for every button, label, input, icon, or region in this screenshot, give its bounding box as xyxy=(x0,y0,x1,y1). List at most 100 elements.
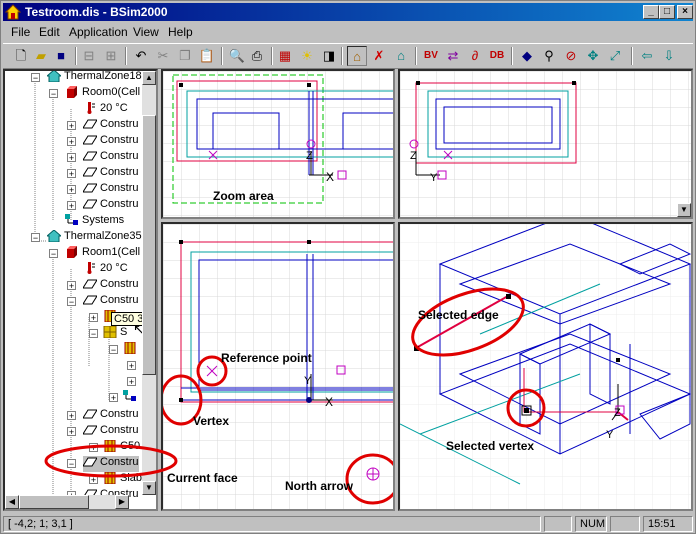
tree-item-construction[interactable]: Constru xyxy=(83,134,139,150)
tree-item-material[interactable] xyxy=(123,342,140,358)
minimize-button[interactable]: _ xyxy=(643,5,659,19)
z-axis-label: Z xyxy=(614,407,621,419)
expand-toggle[interactable]: + xyxy=(67,427,76,437)
tree-item-construction[interactable]: Constru xyxy=(83,424,139,440)
tree-item-construction[interactable]: Constru xyxy=(83,294,139,310)
collapse-toggle[interactable]: − xyxy=(49,249,58,259)
tree-item-room0[interactable]: Room0(Cell xyxy=(65,86,140,102)
tree-item-systems[interactable] xyxy=(123,390,140,406)
collapse-toggle[interactable]: − xyxy=(49,89,58,99)
cut-icon[interactable]: ✂ xyxy=(153,46,173,66)
tree-item-construction[interactable]: Constru xyxy=(83,118,139,134)
tree-item-slab-group[interactable]: S xyxy=(103,326,127,342)
scroll-up-button[interactable]: ▲ xyxy=(142,71,156,85)
arrow-down-icon[interactable]: ⇩ xyxy=(659,46,679,66)
tree-item-systems[interactable]: Systems xyxy=(65,214,124,230)
systems-icon xyxy=(123,390,136,402)
view-elevation[interactable]: Z Y ▼ xyxy=(398,69,693,219)
tree-item-temperature[interactable]: 20 °C xyxy=(83,262,128,278)
undo-icon[interactable]: ↶ xyxy=(131,46,151,66)
tree-expand-icon[interactable]: ⊞ xyxy=(101,46,121,66)
zoom-cancel-icon[interactable]: ⊘ xyxy=(561,46,581,66)
new-file-icon[interactable]: 🗋 xyxy=(11,46,31,66)
close-button[interactable]: × xyxy=(677,5,693,19)
elevation-view-canvas: Z Y xyxy=(400,71,691,217)
view-3d[interactable]: Z Y Selected edge Selected vertex xyxy=(398,222,693,511)
tree-item-construction[interactable]: Constru xyxy=(83,198,139,214)
expand-toggle[interactable]: + xyxy=(67,169,76,179)
tree-item-construction[interactable]: Constru xyxy=(83,150,139,166)
status-panel-empty xyxy=(544,516,572,532)
scroll-down-button[interactable]: ▼ xyxy=(677,203,691,217)
expand-toggle[interactable]: + xyxy=(127,361,136,371)
collapse-toggle[interactable]: − xyxy=(89,329,98,339)
camera-icon[interactable]: ◨ xyxy=(319,46,339,66)
isometric-view-canvas: Z Y xyxy=(400,224,691,509)
expand-toggle[interactable]: + xyxy=(67,201,76,211)
collapse-toggle[interactable]: − xyxy=(31,233,40,243)
paste-icon[interactable]: 📋 xyxy=(197,46,217,66)
collapse-toggle[interactable]: − xyxy=(109,345,118,355)
collapse-toggle[interactable]: − xyxy=(31,73,40,83)
tree-item-construction[interactable]: Constru xyxy=(83,408,139,424)
pan-icon[interactable]: ✥ xyxy=(583,46,603,66)
expand-toggle[interactable]: + xyxy=(67,411,76,421)
view-plan-top[interactable]: X Z Zoom area xyxy=(161,69,395,219)
expand-toggle[interactable]: + xyxy=(67,137,76,147)
room-cube-icon xyxy=(67,246,77,259)
tree-item-zone35[interactable]: ThermalZone35 xyxy=(47,230,142,246)
toolbar-separator xyxy=(125,47,127,65)
menu-application[interactable]: Application xyxy=(69,25,128,39)
scroll-right-button[interactable]: ▶ xyxy=(115,495,129,509)
scroll-thumb[interactable] xyxy=(142,115,156,375)
save-icon[interactable]: ■ xyxy=(51,46,71,66)
copy-icon[interactable]: ❐ xyxy=(175,46,195,66)
wall-icon xyxy=(83,119,97,129)
tree-item-construction[interactable]: Constru xyxy=(83,166,139,182)
tree-item-zone18[interactable]: ThermalZone18 xyxy=(47,71,142,86)
grid-icon[interactable]: ▦ xyxy=(275,46,295,66)
expand-toggle[interactable]: + xyxy=(89,313,98,323)
maximize-button[interactable]: □ xyxy=(659,5,675,19)
tree-vertical-scrollbar[interactable]: ▲ ▼ xyxy=(142,71,156,495)
toolbar-separator xyxy=(271,47,273,65)
expand-toggle[interactable]: + xyxy=(67,121,76,131)
sun-icon[interactable]: ☀ xyxy=(297,46,317,66)
print-preview-icon[interactable]: 🔍 xyxy=(227,46,247,66)
fit-view-icon[interactable]: ⤢ xyxy=(605,46,625,66)
scroll-thumb[interactable] xyxy=(19,495,89,509)
menu-help[interactable]: Help xyxy=(168,25,193,39)
zone-icon[interactable]: ⌂ xyxy=(391,46,411,66)
arrow-left-icon[interactable]: ⇦ xyxy=(637,46,657,66)
print-icon[interactable]: ⎙ xyxy=(247,46,267,66)
cube-icon[interactable]: ◆ xyxy=(517,46,537,66)
scroll-left-button[interactable]: ◀ xyxy=(5,495,19,509)
expand-toggle[interactable]: + xyxy=(67,281,76,291)
expand-toggle[interactable]: + xyxy=(67,185,76,195)
function-icon[interactable]: ∂ xyxy=(465,46,485,66)
open-folder-icon[interactable]: ▰ xyxy=(31,46,51,66)
menu-file[interactable]: File xyxy=(11,25,30,39)
expand-toggle[interactable]: + xyxy=(109,393,118,403)
y-axis-label: Y xyxy=(304,375,312,387)
tree-item-construction[interactable]: Constru xyxy=(83,278,139,294)
expand-toggle[interactable]: + xyxy=(67,153,76,163)
view-plan-main[interactable]: Y X Reference point Vertex Current face … xyxy=(161,222,395,511)
building-icon[interactable]: ⌂ xyxy=(347,46,367,66)
menu-view[interactable]: View xyxy=(133,25,159,39)
tree-collapse-icon[interactable]: ⊟ xyxy=(79,46,99,66)
zone-icon xyxy=(47,230,61,243)
bv-icon[interactable]: BV xyxy=(421,46,441,66)
zoom-icon[interactable]: ⚲ xyxy=(539,46,559,66)
tree-item-room1[interactable]: Room1(Cell xyxy=(65,246,140,262)
mirror-icon[interactable]: ⇄ xyxy=(443,46,463,66)
tree-item-temperature[interactable]: 20 °C xyxy=(83,102,128,118)
database-icon[interactable]: DB xyxy=(487,46,507,66)
zone-icon xyxy=(47,71,61,83)
menu-edit[interactable]: Edit xyxy=(39,25,60,39)
delete-building-icon[interactable]: ✗ xyxy=(369,46,389,66)
expand-toggle[interactable]: + xyxy=(127,377,136,387)
tree-item-construction[interactable]: Constru xyxy=(83,182,139,198)
collapse-toggle[interactable]: − xyxy=(67,297,76,307)
tree-horizontal-scrollbar[interactable]: ◀ ▶ xyxy=(5,495,129,509)
